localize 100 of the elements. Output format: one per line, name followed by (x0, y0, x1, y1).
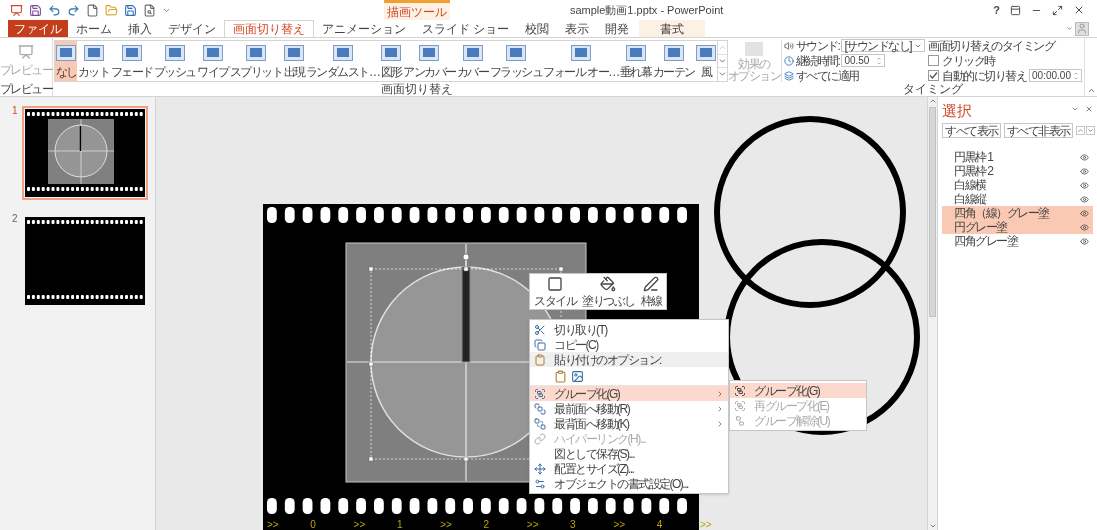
account-caret-icon[interactable] (1066, 25, 1073, 32)
spin-down-icon[interactable] (1073, 75, 1079, 81)
help-button[interactable]: ? (993, 1, 1000, 19)
visibility-eye-icon[interactable] (1080, 208, 1089, 218)
transition-option[interactable]: スプリット (229, 41, 284, 81)
selection-list-item[interactable]: 白線横 (942, 178, 1093, 192)
shape-style-icon (547, 276, 563, 292)
menu-item[interactable]: 切り取り(T) (530, 322, 728, 337)
move-up-icon[interactable] (1075, 126, 1085, 135)
scrollbar[interactable] (927, 97, 937, 530)
folder-icon[interactable] (105, 3, 118, 17)
spin-down-icon[interactable] (876, 60, 883, 66)
print-preview-icon[interactable] (143, 3, 156, 17)
menu-item[interactable]: 最前面へ移動(R) (530, 401, 728, 416)
visibility-eye-icon[interactable] (1080, 236, 1089, 246)
sound-dropdown[interactable]: [サウンドなし] (841, 39, 926, 52)
move-down-icon[interactable] (1085, 126, 1095, 135)
scroll-thumb[interactable] (929, 107, 936, 317)
transition-option[interactable]: カバー (456, 41, 489, 81)
transition-icon (419, 44, 440, 61)
ribbon-tab[interactable]: スライド ショー (414, 20, 518, 37)
apply-all-button[interactable]: すべてに適用 (783, 69, 926, 82)
ribbon-tab[interactable]: 挿入 (120, 20, 160, 37)
transition-option[interactable]: ワイプ (196, 41, 230, 81)
paste-option-icon[interactable] (554, 369, 567, 383)
spin-up-icon[interactable] (1073, 70, 1079, 76)
selection-list-item[interactable]: 円黒枠 1 (942, 150, 1093, 164)
ribbon-tab[interactable]: 画面切り替え (224, 20, 314, 37)
selection-list-item[interactable]: 四角グレー塗 (942, 234, 1093, 248)
transition-option[interactable]: 風 (695, 41, 717, 81)
visibility-eye-icon[interactable] (1080, 222, 1089, 232)
visibility-eye-icon[interactable] (1080, 180, 1089, 190)
transition-option[interactable]: 出現 (283, 41, 306, 81)
pane-button[interactable]: すべて表示 (942, 123, 1001, 138)
timeline-label: 1 (396, 520, 403, 530)
visibility-eye-icon[interactable] (1080, 166, 1089, 176)
duration-spinner[interactable]: 00.50 (841, 54, 886, 67)
ribbon-tab[interactable]: アニメーション (314, 20, 414, 37)
visibility-eye-icon[interactable] (1080, 194, 1089, 204)
ribbon-tab[interactable]: デザイン (160, 20, 224, 37)
transition-option[interactable]: ランダムスト… (305, 41, 381, 81)
transition-option[interactable]: カット (77, 41, 111, 81)
transition-option[interactable]: 垂れ幕 (619, 41, 653, 81)
ribbon-tab[interactable]: 書式 (639, 20, 706, 37)
mini-toolbar-button[interactable]: 枠線 (638, 276, 664, 307)
pane-options-icon[interactable] (1071, 105, 1079, 113)
ribbon-tab[interactable]: 校閲 (517, 20, 558, 37)
pane-button[interactable]: すべて非表示 (1003, 123, 1073, 138)
close-icon[interactable] (1073, 4, 1085, 16)
ribbon-tab[interactable]: 開発 (597, 20, 638, 37)
transition-icon (83, 44, 104, 61)
menu-item[interactable]: グループ化(G) (730, 383, 866, 398)
menu-item[interactable]: コピー(C) (530, 337, 728, 352)
selection-list-item[interactable]: 円グレー塗 (942, 220, 1093, 234)
transition-option[interactable]: フラッシュ (488, 41, 543, 81)
transition-option[interactable]: フォール オー… (542, 41, 620, 81)
redo-icon[interactable] (67, 3, 80, 17)
selection-list-item[interactable]: 円黒枠 2 (942, 164, 1093, 178)
transition-icon (164, 44, 185, 61)
menu-item[interactable]: オブジェクトの書式設定(O)... (530, 476, 728, 491)
group-label: プレビュー (0, 82, 53, 94)
user-avatar[interactable] (1075, 21, 1089, 36)
transition-option[interactable]: フェード (110, 41, 154, 81)
save-as-icon[interactable] (124, 3, 137, 17)
file-tab[interactable]: ファイル (8, 20, 68, 37)
save-icon[interactable] (29, 3, 42, 17)
new-file-icon[interactable] (86, 3, 99, 17)
spin-up-icon[interactable] (876, 55, 883, 61)
transition-option[interactable]: プッシュ (153, 41, 197, 81)
ribbon-tab[interactable]: 表示 (557, 20, 598, 37)
transition-icon (284, 44, 305, 61)
transition-option[interactable]: 図形 (380, 41, 403, 81)
menu-item[interactable]: 配置とサイズ(Z)... (530, 461, 728, 476)
checkbox[interactable] (928, 55, 940, 66)
visibility-eye-icon[interactable] (1080, 152, 1089, 162)
paint-bucket-icon (600, 276, 617, 292)
transition-option[interactable]: アンカバー (402, 41, 457, 81)
paste-picture-icon[interactable] (571, 369, 584, 383)
ribbon-display-icon[interactable] (1010, 4, 1021, 16)
checkbox[interactable] (928, 70, 940, 81)
mini-toolbar-button[interactable]: 塗りつぶし (580, 276, 637, 307)
size-icon (534, 462, 546, 475)
ribbon-tab[interactable]: ホーム (68, 20, 120, 37)
transition-option[interactable]: なし (55, 41, 78, 81)
transition-option[interactable]: カーテン (652, 41, 696, 81)
restore-icon[interactable] (1052, 4, 1063, 16)
window-title: sample動画1.pptx - PowerPoint (569, 4, 724, 16)
transition-icon (462, 44, 483, 61)
undo-icon[interactable] (48, 3, 61, 17)
mini-toolbar-button[interactable]: スタイル (532, 276, 578, 307)
pen-icon (643, 276, 659, 292)
collapse-ribbon-icon[interactable] (1086, 86, 1096, 95)
menu-item[interactable]: 図として保存(S)... (530, 446, 728, 461)
scroll-up-icon[interactable] (928, 97, 937, 105)
selection-list-item[interactable]: 白線縦 (942, 192, 1093, 206)
menu-item[interactable]: グループ化(G) (530, 386, 728, 401)
menu-item[interactable]: 最背面へ移動(K) (530, 416, 728, 431)
time-spinner[interactable]: 00:00.00 (1029, 69, 1082, 82)
scroll-down-icon[interactable] (928, 522, 937, 530)
selection-list-item[interactable]: 四角（線）グレー塗 (942, 206, 1093, 220)
